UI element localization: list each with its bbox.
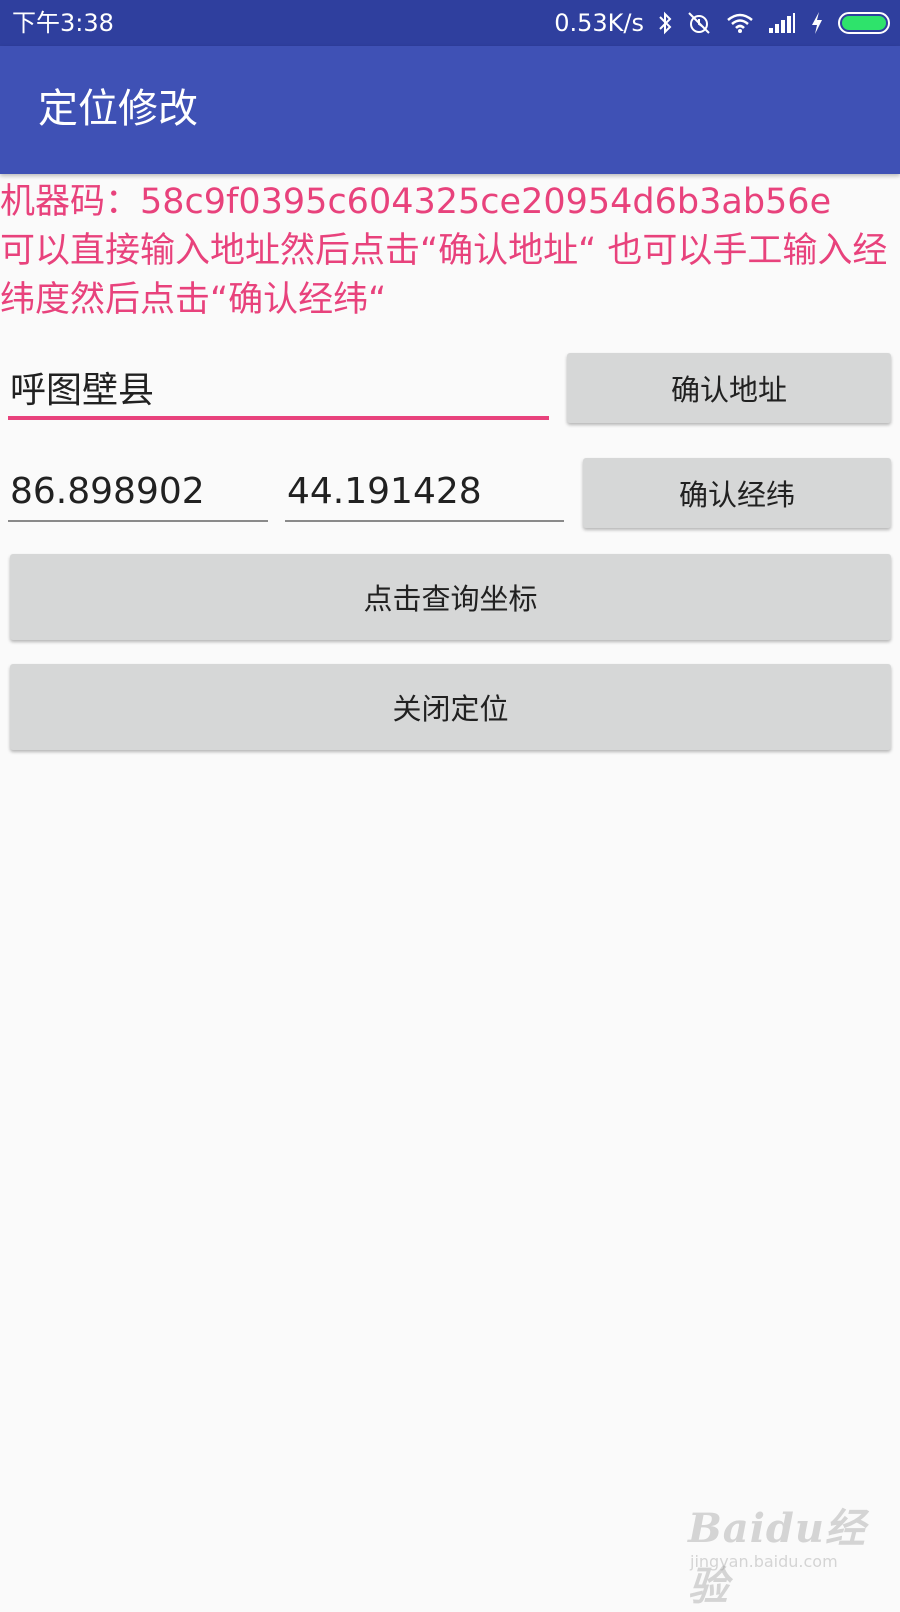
confirm-coords-button[interactable]: 确认经纬 [583, 458, 891, 528]
close-location-button[interactable]: 关闭定位 [10, 664, 891, 750]
address-input[interactable] [8, 358, 549, 420]
signal-icon [768, 12, 796, 34]
alarm-off-icon [686, 10, 712, 36]
query-coords-button[interactable]: 点击查询坐标 [10, 554, 891, 640]
latitude-input[interactable] [285, 462, 564, 522]
battery-level [842, 16, 886, 30]
wifi-icon [726, 12, 754, 34]
status-time: 下午3:38 [12, 9, 114, 37]
network-speed: 0.53K/s [554, 9, 644, 37]
charging-icon [810, 11, 824, 35]
info-section: 机器码：58c9f0395c604325ce20954d6b3ab56e 可以直… [0, 178, 890, 325]
machine-code: 机器码：58c9f0395c604325ce20954d6b3ab56e [0, 182, 832, 222]
battery-icon [838, 12, 890, 34]
app-bar: 定位修改 [0, 46, 900, 174]
instructions-text: 可以直接输入地址然后点击“确认地址“ 也可以手工输入经纬度然后点击“确认经纬“ [0, 231, 888, 320]
confirm-address-button[interactable]: 确认地址 [567, 353, 891, 423]
longitude-input[interactable] [8, 462, 268, 522]
bluetooth-icon [658, 11, 672, 35]
page-title: 定位修改 [38, 86, 198, 132]
watermark: Baidu经验 jingyan.baidu.com [688, 1490, 888, 1610]
status-bar: 下午3:38 0.53K/s [0, 0, 900, 46]
watermark-url: jingyan.baidu.com [690, 1552, 838, 1571]
status-icons: 0.53K/s [554, 7, 890, 39]
